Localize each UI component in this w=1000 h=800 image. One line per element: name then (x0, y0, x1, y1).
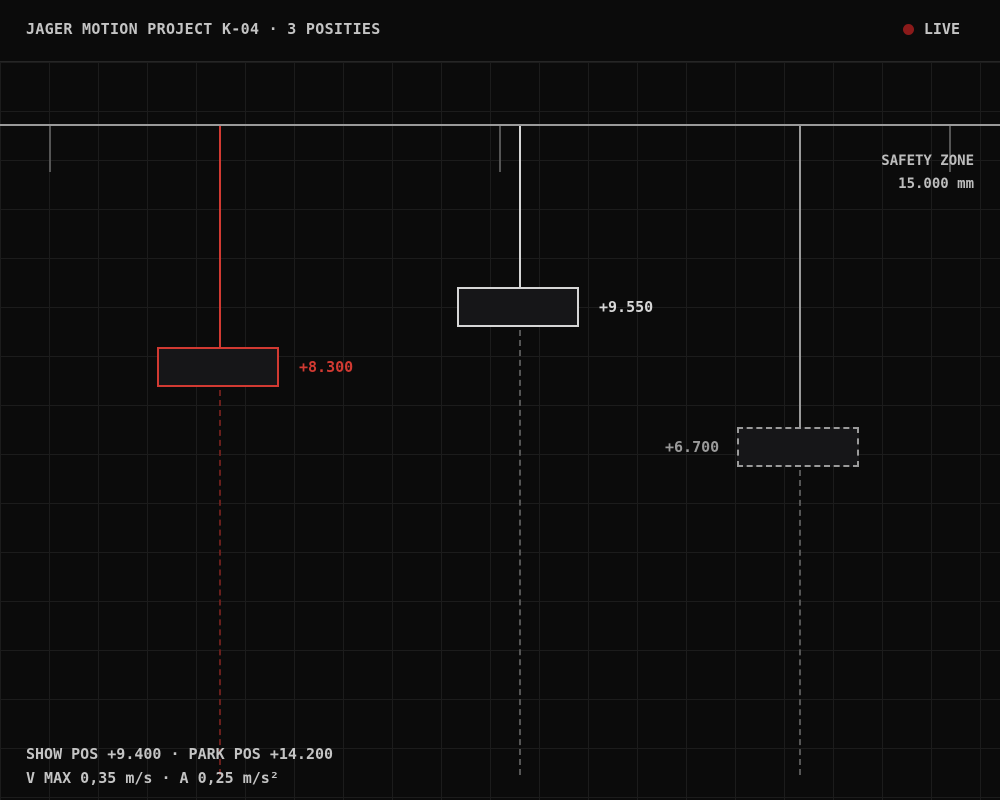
hoist-position-label: +8.300 (299, 358, 354, 376)
live-indicator: LIVE (902, 20, 960, 38)
footer-positions: SHOW POS +9.400 · PARK POS +14.200 (26, 745, 334, 763)
hoist-drop-line (799, 470, 801, 775)
rail-tick (499, 126, 501, 172)
header-bar: JAGER MOTION PROJECT K-04 · 3 POSITIES L… (0, 0, 1000, 62)
live-dot-icon (902, 23, 914, 35)
hoist-cable (219, 126, 221, 348)
hoist-cable (519, 126, 521, 288)
hoist-cable (799, 126, 801, 428)
footer-info: SHOW POS +9.400 · PARK POS +14.200 V MAX… (26, 742, 333, 790)
hoist-drop-line (219, 390, 221, 775)
hoist-position-label: +6.700 (665, 438, 720, 456)
rail-tick (49, 126, 51, 172)
safety-zone-label: SAFETY ZONE (881, 153, 974, 169)
hoist-box-2[interactable] (457, 287, 579, 327)
hoist-box-3[interactable] (737, 427, 859, 467)
live-label: LIVE (923, 20, 960, 38)
footer-motion-limits: V MAX 0,35 m/s · A 0,25 m/s² (26, 769, 279, 787)
hoist-position-label: +9.550 (599, 298, 654, 316)
safety-zone-value: 15.000 mm (898, 176, 974, 192)
hoist-drop-line (519, 330, 521, 775)
page-title: JAGER MOTION PROJECT K-04 · 3 POSITIES (26, 20, 381, 38)
safety-zone: SAFETY ZONE 15.000 mm (881, 150, 974, 196)
hoist-box-1[interactable] (157, 347, 279, 387)
